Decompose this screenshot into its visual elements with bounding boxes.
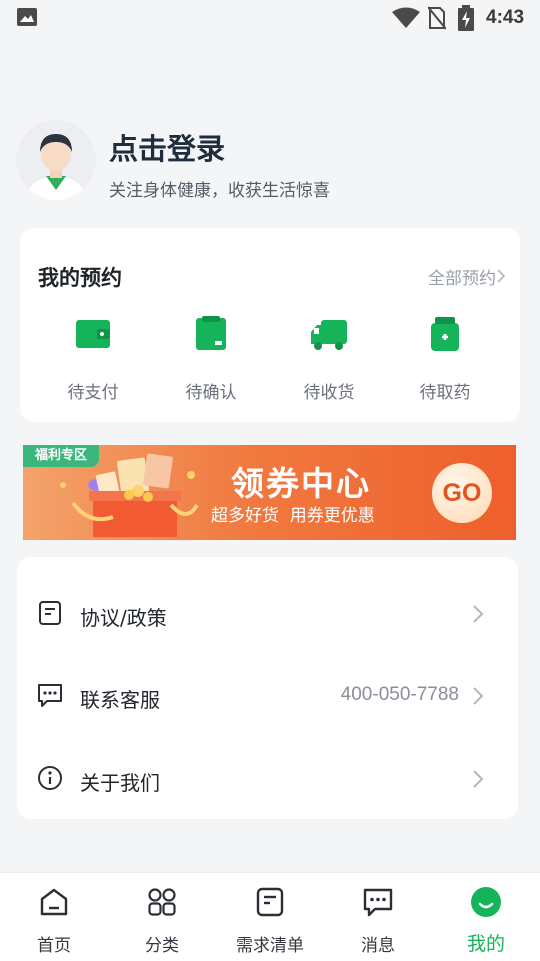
list-icon [256, 887, 284, 917]
nav-item-label: 消息 [361, 936, 395, 956]
wallet-icon [76, 320, 110, 348]
appointment-pending-confirm[interactable]: 待确认 [156, 314, 266, 404]
appointment-label: 待确认 [185, 383, 237, 403]
nav-item-label: 我的 [466, 933, 505, 955]
info-icon [38, 766, 62, 790]
profile-header[interactable]: 点击登录 关注身体健康，收获生活惊喜 [0, 110, 540, 210]
chat-icon [38, 684, 62, 707]
coupon-center-banner[interactable]: 福利专区 领券中心 超多好货 用券更优惠 GO [23, 445, 516, 540]
doctor-avatar-icon [16, 120, 96, 200]
grid-icon [148, 888, 176, 916]
truck-icon [311, 320, 347, 350]
appointment-label: 待收货 [303, 383, 355, 403]
status-time: 4:43 [486, 7, 525, 28]
chevron-right-icon [473, 605, 484, 623]
document-icon [39, 601, 61, 625]
bottom-nav: 首页 分类 需求清单 消息 我的 [0, 872, 540, 961]
nav-item-label: 首页 [37, 936, 71, 956]
nav-item-home[interactable]: 首页 [0, 873, 108, 961]
profile-subtitle: 关注身体健康，收获生活惊喜 [109, 181, 330, 201]
menu-item-label: 联系客服 [80, 688, 160, 712]
chevron-right-icon [473, 770, 484, 788]
appointment-pending-pickup[interactable]: 待取药 [390, 314, 500, 404]
menu-item-label: 关于我们 [80, 771, 160, 795]
chevron-right-icon [497, 269, 506, 283]
avatar[interactable] [16, 120, 96, 200]
banner-title: 领券中心 [231, 464, 371, 503]
appointment-label: 待取药 [419, 383, 471, 403]
message-icon [363, 888, 393, 917]
clipboard-icon [196, 316, 226, 350]
menu-item-agreement[interactable]: 协议/政策 [17, 565, 518, 647]
menu-item-label: 协议/政策 [80, 606, 167, 630]
all-appointments-link[interactable]: 全部预约 [428, 264, 496, 289]
login-title[interactable]: 点击登录 [109, 126, 225, 168]
no-sim-icon [428, 6, 446, 30]
customer-service-phone: 400-050-7788 [340, 684, 459, 705]
appointment-label: 待支付 [67, 383, 119, 403]
appointment-pending-delivery[interactable]: 待收货 [274, 314, 384, 404]
menu-item-about-us[interactable]: 关于我们 [17, 730, 518, 812]
go-button[interactable]: GO [432, 463, 492, 523]
battery-icon [458, 5, 474, 31]
status-bar: 4:43 [0, 0, 540, 36]
nav-item-demand-list[interactable]: 需求清单 [216, 873, 324, 961]
nav-item-label: 需求清单 [236, 936, 304, 956]
medicine-icon [431, 317, 459, 351]
nav-item-messages[interactable]: 消息 [324, 873, 432, 961]
appointments-title: 我的预约 [38, 266, 122, 290]
appointments-card: 我的预约 全部预约 待支付 待确认 待收货 待取药 [20, 228, 520, 422]
profile-icon [471, 887, 501, 917]
menu-item-customer-service[interactable]: 联系客服 400-050-7788 [17, 647, 518, 729]
gallery-notification-icon [17, 8, 37, 26]
settings-menu-card: 协议/政策 联系客服 400-050-7788 关于我们 [17, 557, 518, 819]
nav-item-category[interactable]: 分类 [108, 873, 216, 961]
appointment-pending-payment[interactable]: 待支付 [38, 314, 148, 404]
home-icon [40, 888, 68, 916]
banner-subtitle: 超多好货 用券更优惠 [211, 506, 375, 526]
nav-item-mine[interactable]: 我的 [432, 873, 540, 961]
wifi-icon [392, 7, 420, 28]
welfare-zone-tag: 福利专区 [23, 445, 99, 467]
chevron-right-icon [473, 687, 484, 705]
nav-item-label: 分类 [145, 936, 179, 956]
